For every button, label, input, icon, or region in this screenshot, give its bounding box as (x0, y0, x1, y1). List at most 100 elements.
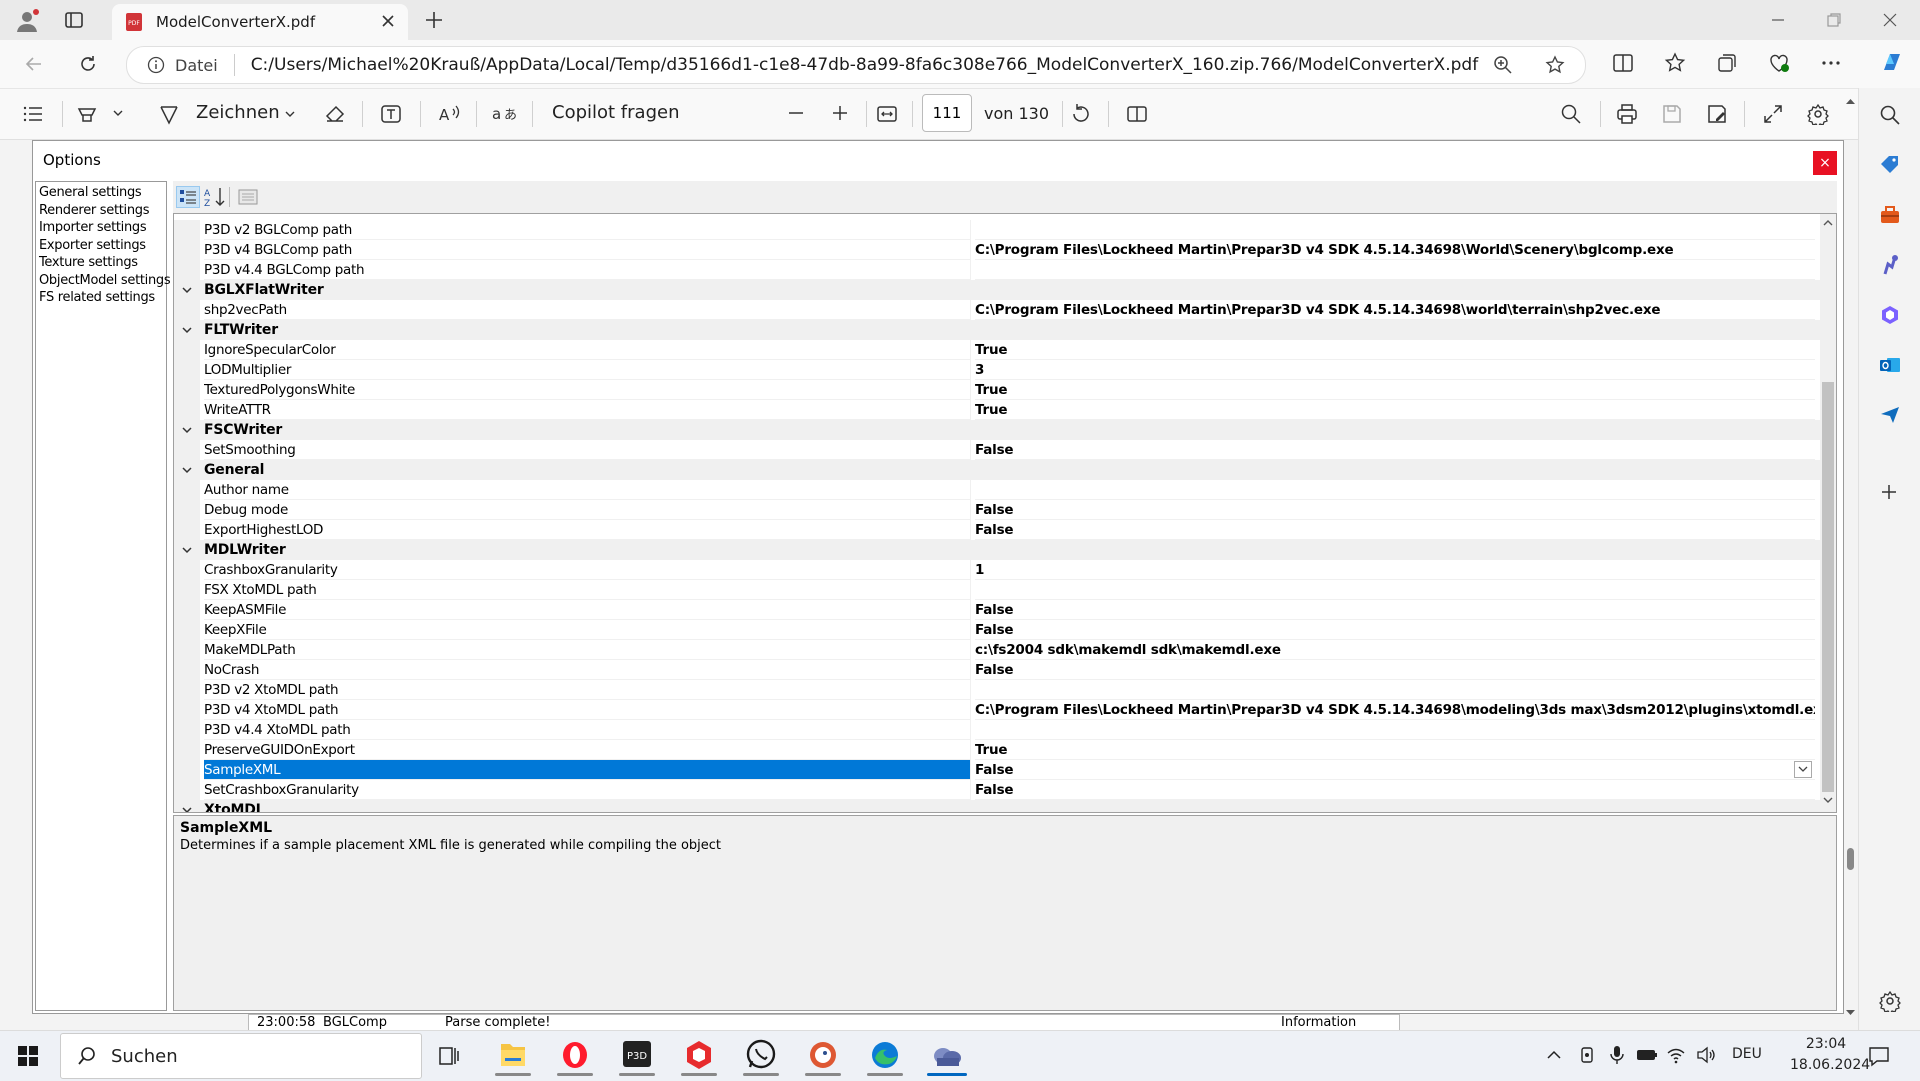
property-name[interactable]: WriteATTR (204, 400, 971, 420)
favorites-icon[interactable] (1664, 52, 1686, 74)
property-value[interactable]: False (975, 760, 1815, 780)
task-view-icon[interactable] (438, 1045, 460, 1067)
copilot-ask-button[interactable]: Copilot fragen (552, 102, 679, 123)
property-name[interactable]: P3D v4.4 BGLComp path (204, 260, 971, 280)
property-name[interactable]: Debug mode (204, 500, 971, 520)
window-close-icon[interactable] (1882, 12, 1898, 28)
device-icon[interactable] (1578, 1046, 1596, 1064)
back-icon[interactable] (24, 54, 44, 74)
nav-texture-settings[interactable]: Texture settings (36, 254, 166, 272)
property-name[interactable]: shp2vecPath (204, 300, 971, 320)
property-grid-scrollbar[interactable] (1820, 214, 1836, 812)
value-dropdown-icon[interactable] (1794, 761, 1812, 778)
collapse-chevron-icon[interactable] (180, 283, 194, 297)
property-row[interactable]: KeepXFile False (174, 620, 1820, 640)
windows-start-icon[interactable] (18, 1046, 38, 1066)
property-pages-button[interactable] (237, 186, 259, 208)
property-row[interactable]: PreserveGUIDOnExport True (174, 740, 1820, 760)
property-name[interactable]: NoCrash (204, 660, 971, 680)
taskbar-file-explorer[interactable] (485, 1034, 541, 1076)
highlight-icon[interactable] (76, 103, 98, 125)
text-box-icon[interactable] (380, 103, 402, 125)
property-value[interactable] (975, 720, 1815, 740)
outlook-icon[interactable] (1879, 354, 1901, 376)
battery-icon[interactable] (1636, 1047, 1658, 1063)
dialog-close-button[interactable]: × (1813, 151, 1837, 175)
property-name[interactable]: P3D v2 XtoMDL path (204, 680, 971, 700)
microsoft365-icon[interactable] (1879, 304, 1901, 326)
save-as-icon[interactable] (1706, 103, 1728, 125)
property-name[interactable]: P3D v4 BGLComp path (204, 240, 971, 260)
property-row[interactable]: IgnoreSpecularColor True (174, 340, 1820, 360)
wifi-icon[interactable] (1666, 1045, 1686, 1065)
nav-general-settings[interactable]: General settings (36, 184, 166, 202)
property-value[interactable] (975, 580, 1815, 600)
taskbar-opera[interactable] (547, 1034, 603, 1076)
property-value[interactable]: C:\Program Files\Lockheed Martin\Prepar3… (975, 240, 1815, 260)
category-row[interactable]: General (174, 460, 1820, 480)
property-name[interactable]: PreserveGUIDOnExport (204, 740, 971, 760)
property-row[interactable]: TexturedPolygonsWhite True (174, 380, 1820, 400)
clock-time[interactable]: 23:04 (1790, 1036, 1862, 1052)
property-name[interactable]: SampleXML (204, 760, 971, 780)
tray-overflow-icon[interactable] (1546, 1047, 1562, 1063)
nav-objectmodel-settings[interactable]: ObjectModel settings (36, 272, 171, 290)
category-row[interactable]: FLTWriter (174, 320, 1820, 340)
draw-dropdown-icon[interactable] (284, 108, 296, 120)
property-value[interactable]: 3 (975, 360, 1815, 380)
property-row[interactable]: NoCrash False (174, 660, 1820, 680)
collapse-chevron-icon[interactable] (180, 463, 194, 477)
property-value[interactable]: 1 (975, 560, 1815, 580)
games-icon[interactable] (1879, 254, 1901, 276)
property-value[interactable]: c:\fs2004 sdk\makemdl sdk\makemdl.exe (975, 640, 1815, 660)
nav-importer-settings[interactable]: Importer settings (36, 219, 166, 237)
property-name[interactable]: ExportHighestLOD (204, 520, 971, 540)
property-value[interactable]: False (975, 440, 1815, 460)
property-value[interactable]: True (975, 340, 1815, 360)
collapse-chevron-icon[interactable] (180, 543, 194, 557)
collapse-chevron-icon[interactable] (180, 423, 194, 437)
sidebar-add-icon[interactable] (1879, 482, 1899, 502)
category-row[interactable]: XtoMDL (174, 800, 1820, 812)
property-row[interactable]: SetCrashboxGranularity False (174, 780, 1820, 800)
page-view-icon[interactable] (1126, 103, 1148, 125)
volume-icon[interactable] (1696, 1045, 1716, 1065)
property-name[interactable]: SetCrashboxGranularity (204, 780, 971, 800)
property-name[interactable]: P3D v2 BGLComp path (204, 220, 971, 240)
property-name[interactable]: MakeMDLPath (204, 640, 971, 660)
collections-icon[interactable] (1716, 52, 1738, 74)
tab-pdf[interactable]: PDF ModelConverterX.pdf (112, 4, 408, 40)
property-row[interactable]: Debug mode False (174, 500, 1820, 520)
sidebar-settings-icon[interactable] (1879, 990, 1901, 1012)
property-value[interactable] (975, 260, 1815, 280)
property-row[interactable]: FSX XtoMDL path (174, 580, 1820, 600)
taskbar-converter-app[interactable] (919, 1034, 975, 1076)
pdf-scrollbar[interactable] (1843, 92, 1858, 1022)
property-name[interactable]: SetSmoothing (204, 440, 971, 460)
property-value[interactable]: True (975, 380, 1815, 400)
property-row[interactable]: SetSmoothing False (174, 440, 1820, 460)
property-value[interactable] (975, 480, 1815, 500)
property-name[interactable]: FSX XtoMDL path (204, 580, 971, 600)
property-value[interactable]: False (975, 780, 1815, 800)
property-name[interactable]: P3D v4.4 XtoMDL path (204, 720, 971, 740)
property-row[interactable]: MakeMDLPath c:\fs2004 sdk\makemdl sdk\mak… (174, 640, 1820, 660)
property-name[interactable]: KeepXFile (204, 620, 971, 640)
address-bar[interactable]: Datei C:/Users/Michael%20Krauß/AppData/L… (126, 46, 1586, 84)
property-name[interactable]: LODMultiplier (204, 360, 971, 380)
pdf-settings-icon[interactable] (1807, 103, 1829, 125)
property-name[interactable]: TexturedPolygonsWhite (204, 380, 971, 400)
taskbar-duckduckgo[interactable] (795, 1034, 851, 1076)
property-row[interactable]: P3D v2 BGLComp path (174, 220, 1820, 240)
property-value[interactable]: False (975, 600, 1815, 620)
property-value[interactable]: False (975, 620, 1815, 640)
property-name[interactable]: Author name (204, 480, 971, 500)
property-row[interactable]: LODMultiplier 3 (174, 360, 1820, 380)
property-row[interactable]: P3D v2 XtoMDL path (174, 680, 1820, 700)
more-menu-icon[interactable] (1820, 52, 1842, 74)
clock-date[interactable]: 18.06.2024 (1790, 1057, 1870, 1073)
pdf-search-icon[interactable] (1560, 103, 1582, 125)
taskbar-whatsapp[interactable] (733, 1034, 789, 1076)
microphone-icon[interactable] (1608, 1045, 1626, 1065)
property-name[interactable]: CrashboxGranularity (204, 560, 971, 580)
